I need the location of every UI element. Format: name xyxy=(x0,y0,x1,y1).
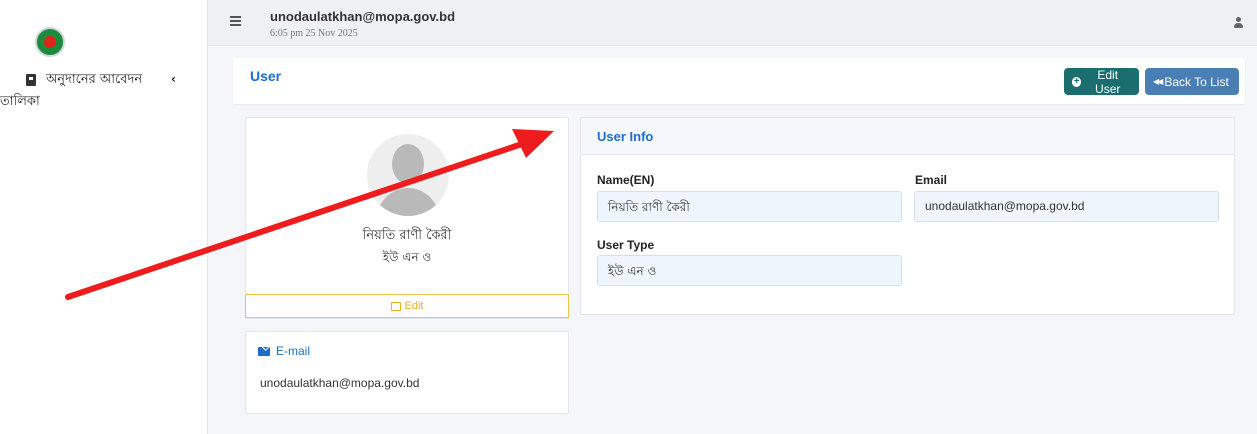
name-en-field: নিয়তি রাণী কৈরী xyxy=(597,191,902,222)
email-card-value: unodaulatkhan@mopa.gov.bd xyxy=(260,376,420,390)
email-field: unodaulatkhan@mopa.gov.bd xyxy=(914,191,1219,222)
edit-user-button[interactable]: + Edit User xyxy=(1064,67,1139,96)
avatar xyxy=(367,134,449,216)
sidebar-item-label: অনুদানের আবেদন xyxy=(46,71,143,87)
user-type-label: User Type xyxy=(597,238,655,252)
logo-emblem xyxy=(44,36,56,48)
hamburger-menu-icon[interactable] xyxy=(230,16,241,26)
email-card: E-mail unodaulatkhan@mopa.gov.bd xyxy=(245,331,569,414)
current-timestamp: 6:05 pm 25 Nov 2025 xyxy=(270,28,358,39)
sidebar-item-grant-applications[interactable]: অনুদানের আবেদন ‹ তালিকা xyxy=(0,72,200,113)
content-header: User + Edit User ◀◀ Back To List xyxy=(233,58,1245,104)
chevron-left-icon[interactable]: ‹ xyxy=(171,72,176,86)
current-user-email: unodaulatkhan@mopa.gov.bd xyxy=(270,9,456,24)
edit-profile-button[interactable]: Edit xyxy=(245,294,569,318)
id-card-icon xyxy=(26,74,36,86)
plus-circle-icon: + xyxy=(1072,75,1082,87)
back-to-list-button[interactable]: ◀◀ Back To List xyxy=(1145,68,1239,95)
page-title: User xyxy=(250,68,282,84)
email-card-title: E-mail xyxy=(276,344,311,358)
fast-backward-icon: ◀◀ xyxy=(1153,77,1163,86)
user-info-card: User Info Name(EN) নিয়তি রাণী কৈরী Emai… xyxy=(580,117,1235,315)
envelope-icon xyxy=(258,346,270,356)
sidebar-item-label-continued: তালিকা xyxy=(0,94,40,109)
edit-icon xyxy=(390,301,401,311)
user-menu-icon[interactable] xyxy=(1233,17,1243,28)
edit-label: Edit xyxy=(404,300,424,312)
profile-user-type: ইউ এন ও xyxy=(382,250,432,264)
email-card-header: E-mail xyxy=(258,344,310,358)
edit-user-label: Edit User xyxy=(1095,67,1121,96)
profile-name: নিয়তি রাণী কৈরী xyxy=(362,228,452,243)
back-to-list-label: Back To List xyxy=(1164,74,1229,89)
name-en-label: Name(EN) xyxy=(597,173,655,187)
logo xyxy=(35,27,65,57)
topbar: unodaulatkhan@mopa.gov.bd 6:05 pm 25 Nov… xyxy=(208,0,1257,46)
sidebar: অনুদানের আবেদন ‹ তালিকা xyxy=(0,0,208,434)
email-label: Email xyxy=(915,173,948,187)
profile-card: নিয়তি রাণী কৈরী ইউ এন ও Edit xyxy=(245,117,569,319)
user-type-field: ইউ এন ও xyxy=(597,255,902,286)
user-info-header: User Info xyxy=(581,118,1234,155)
user-info-title: User Info xyxy=(597,129,654,144)
